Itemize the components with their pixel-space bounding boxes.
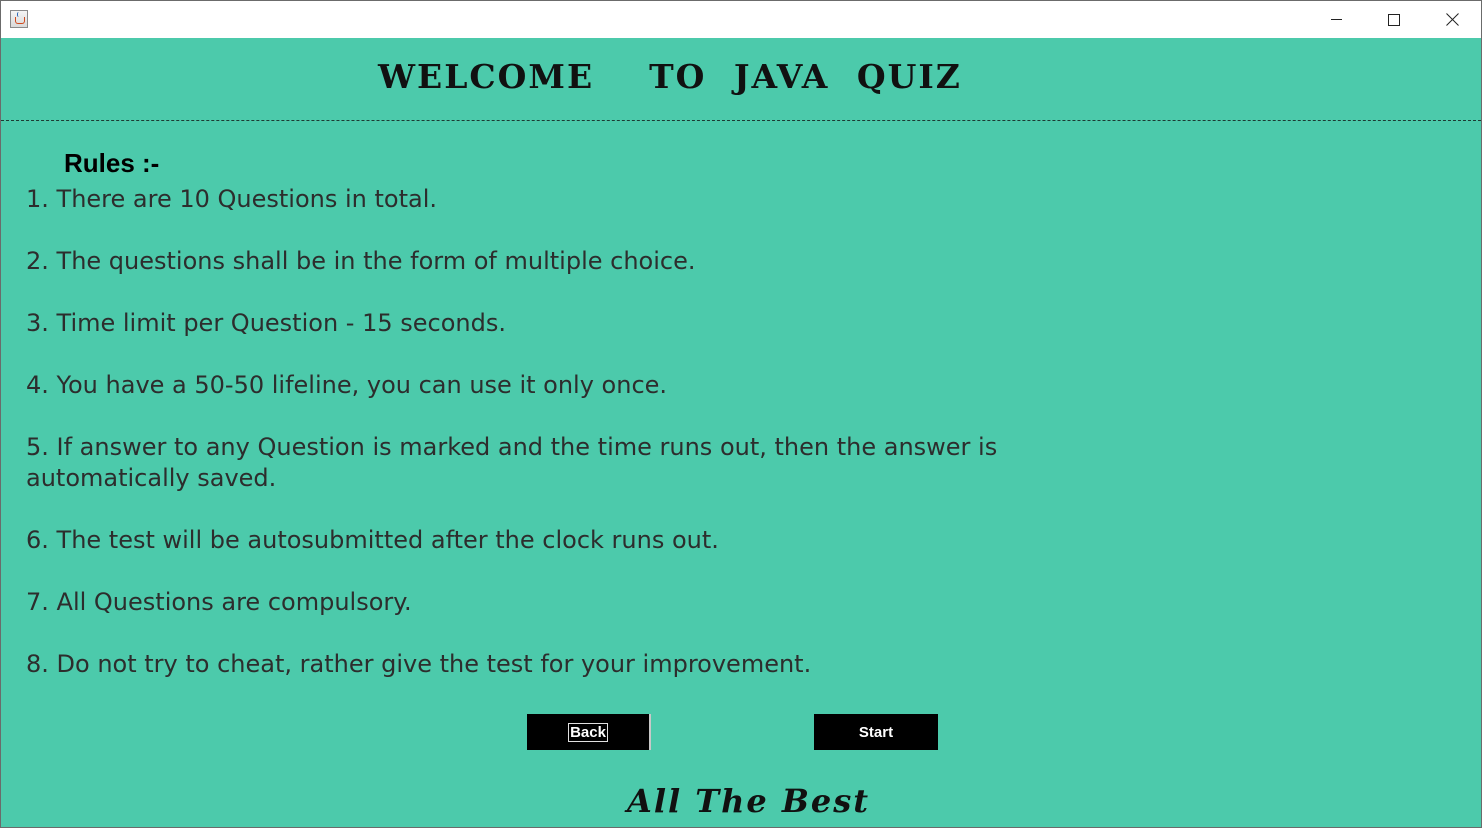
footer-message: All The Best xyxy=(627,782,871,820)
back-button[interactable]: Back xyxy=(527,714,651,750)
rules-panel: WELCOME TO JAVA QUIZ Rules :- 1. There a… xyxy=(1,38,1481,827)
rule-item: 7. All Questions are compulsory. xyxy=(26,588,412,616)
title-bar[interactable] xyxy=(1,1,1481,38)
rule-item: 2. The questions shall be in the form of… xyxy=(26,247,696,275)
rule-item: 5. If answer to any Question is marked a… xyxy=(26,433,998,492)
rule-item: 6. The test will be autosubmitted after … xyxy=(26,526,719,554)
start-button[interactable]: Start xyxy=(814,714,938,750)
rule-item: 3. Time limit per Question - 15 seconds. xyxy=(26,309,506,337)
rule-item: 1. There are 10 Questions in total. xyxy=(26,185,437,213)
close-button[interactable] xyxy=(1423,1,1481,38)
close-icon xyxy=(1446,13,1459,26)
maximize-button[interactable] xyxy=(1365,1,1423,38)
rule-item: 8. Do not try to cheat, rather give the … xyxy=(26,650,812,678)
minimize-button[interactable] xyxy=(1307,1,1365,38)
rule-item: 4. You have a 50-50 lifeline, you can us… xyxy=(26,371,668,399)
back-button-label: Back xyxy=(568,722,608,742)
rules-title: Rules :- xyxy=(64,148,160,178)
page-title: WELCOME TO JAVA QUIZ xyxy=(378,57,962,96)
start-button-label: Start xyxy=(858,723,894,741)
java-icon[interactable] xyxy=(10,10,28,28)
minimize-icon xyxy=(1330,19,1342,20)
rules-list: 1. There are 10 Questions in total. 2. T… xyxy=(26,184,1106,711)
app-window: WELCOME TO JAVA QUIZ Rules :- 1. There a… xyxy=(0,0,1482,828)
dashed-divider xyxy=(1,120,1481,121)
maximize-icon xyxy=(1388,13,1400,26)
